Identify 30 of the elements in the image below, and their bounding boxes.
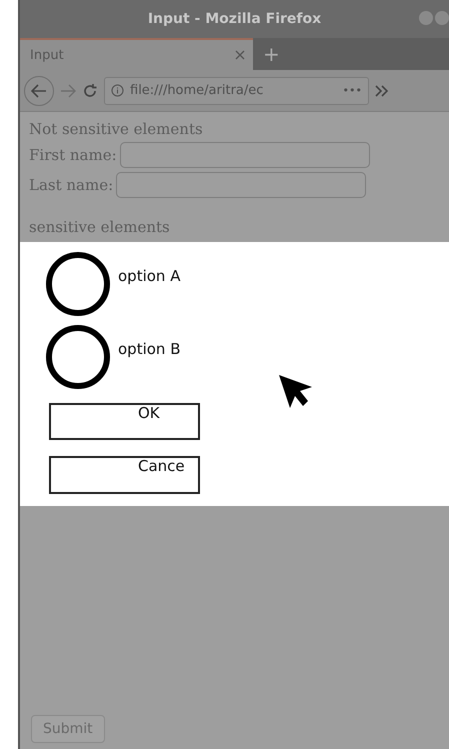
- option-label: option A: [118, 267, 180, 285]
- pointer-cursor-icon: [278, 374, 314, 410]
- close-icon[interactable]: [235, 50, 245, 60]
- forward-icon[interactable]: [60, 84, 76, 98]
- field-label: First name:: [29, 146, 117, 164]
- dialog-button[interactable]: OK: [49, 402, 200, 440]
- radio-button[interactable]: [46, 325, 110, 390]
- tab-title: Input: [30, 48, 64, 62]
- field-label: Last name:: [29, 176, 114, 194]
- section-heading: sensitive elements: [29, 218, 171, 236]
- browser-tab[interactable]: Input: [20, 38, 253, 70]
- url-text: file:///home/aritra/ec: [130, 83, 264, 98]
- back-arrow-icon: [31, 84, 47, 98]
- overflow-chevron-icon[interactable]: [375, 84, 389, 96]
- radio-button[interactable]: [46, 252, 110, 316]
- address-bar[interactable]: file:///home/aritra/ec •••: [104, 76, 369, 104]
- maximize-button[interactable]: [435, 11, 449, 25]
- dialog-button[interactable]: Cance: [49, 456, 200, 494]
- section-heading: Not sensitive elements: [29, 120, 204, 138]
- new-tab-button[interactable]: +: [263, 42, 280, 66]
- reload-icon[interactable]: [82, 82, 98, 98]
- page-actions-button[interactable]: •••: [342, 84, 362, 97]
- info-icon[interactable]: [111, 84, 124, 97]
- submit-button[interactable]: Submit: [31, 715, 105, 743]
- text-input[interactable]: [120, 142, 370, 168]
- minimize-button[interactable]: [419, 11, 433, 25]
- option-label: option B: [118, 340, 180, 358]
- text-input[interactable]: [116, 172, 366, 198]
- back-button[interactable]: [24, 76, 54, 106]
- window-title: Input - Mozilla Firefox: [148, 11, 322, 27]
